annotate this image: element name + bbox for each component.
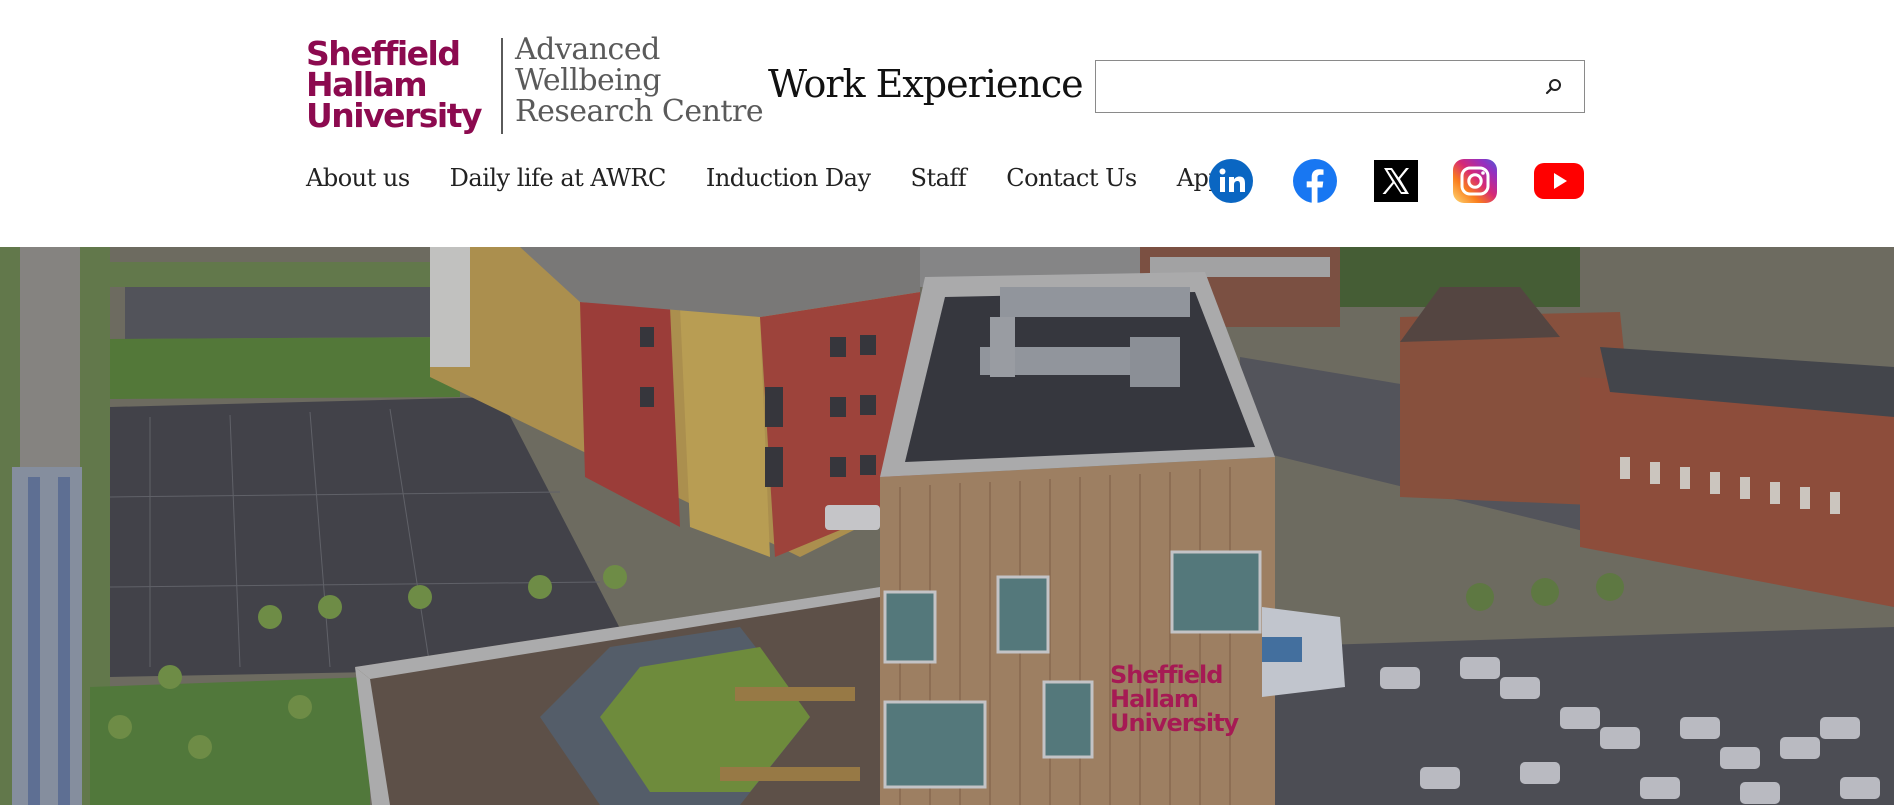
logo-line-university: University bbox=[306, 96, 483, 135]
page-title: Work Experience bbox=[768, 62, 1084, 106]
nav-item-staff[interactable]: Staff bbox=[911, 164, 967, 192]
x-link[interactable] bbox=[1374, 158, 1418, 204]
instagram-icon bbox=[1453, 159, 1497, 203]
university-logo: Sheffield Hallam University bbox=[306, 34, 483, 135]
search-input[interactable] bbox=[1106, 69, 1530, 105]
linkedin-link[interactable] bbox=[1208, 158, 1254, 204]
search-box bbox=[1095, 60, 1585, 113]
logo-divider bbox=[501, 38, 504, 134]
main-nav: About us Daily life at AWRC Induction Da… bbox=[306, 164, 1244, 192]
hero-image: Sheffield Hallam University bbox=[0, 247, 1894, 805]
site-header: Sheffield Hallam University Advanced Wel… bbox=[0, 0, 1894, 247]
instagram-link[interactable] bbox=[1453, 158, 1497, 204]
linkedin-icon bbox=[1209, 159, 1253, 203]
centre-line-research: Research Centre bbox=[515, 94, 764, 129]
youtube-icon bbox=[1534, 163, 1584, 199]
youtube-link[interactable] bbox=[1534, 158, 1584, 204]
facebook-link[interactable] bbox=[1292, 158, 1338, 204]
search-button[interactable] bbox=[1542, 75, 1566, 99]
site-logo[interactable]: Sheffield Hallam University Advanced Wel… bbox=[306, 32, 764, 135]
centre-line-wellbeing: Wellbeing bbox=[515, 63, 661, 98]
search-icon bbox=[1545, 79, 1561, 95]
nav-item-induction-day[interactable]: Induction Day bbox=[706, 164, 871, 192]
centre-logo: Advanced Wellbeing Research Centre bbox=[515, 32, 764, 134]
nav-item-daily-life[interactable]: Daily life at AWRC bbox=[450, 164, 667, 192]
facebook-icon bbox=[1293, 159, 1337, 204]
nav-item-about-us[interactable]: About us bbox=[306, 164, 410, 192]
hero-overlay bbox=[0, 247, 1894, 805]
centre-line-advanced: Advanced bbox=[515, 32, 660, 67]
nav-item-contact-us[interactable]: Contact Us bbox=[1006, 164, 1137, 192]
x-icon bbox=[1374, 160, 1418, 202]
